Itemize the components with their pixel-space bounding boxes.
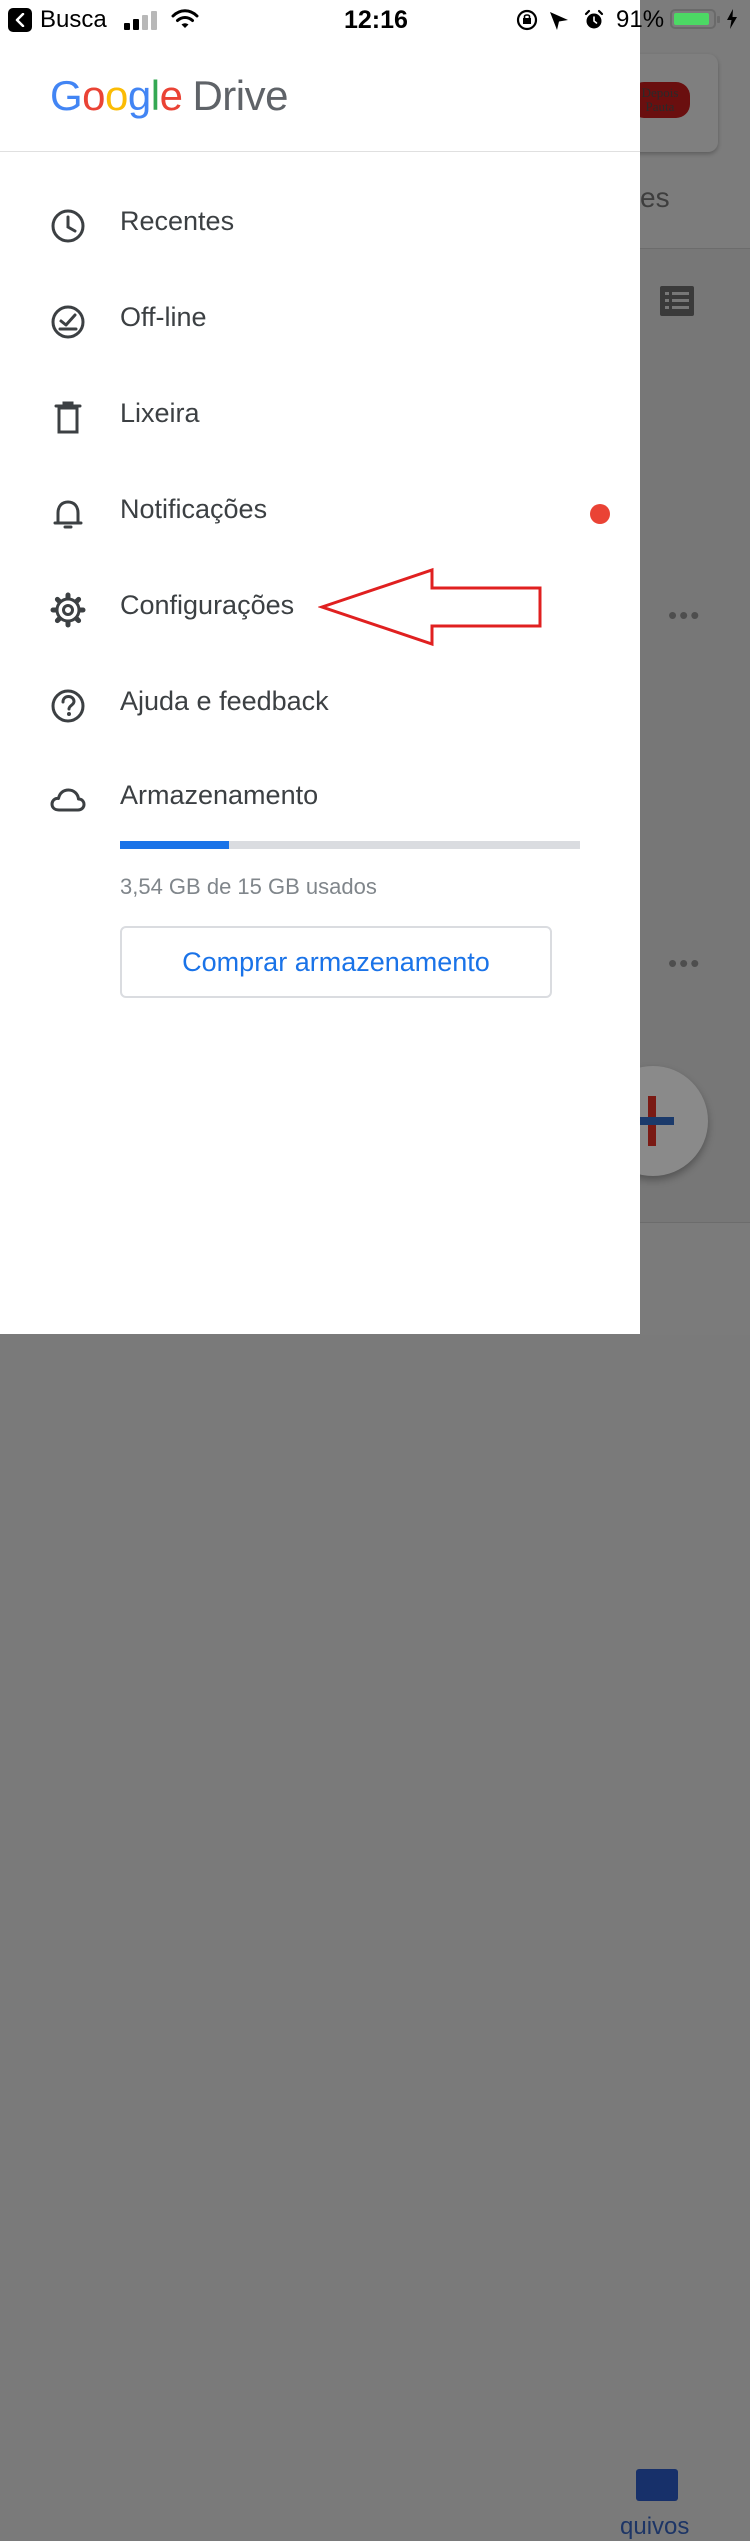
menu-item-label: Lixeira — [120, 398, 200, 428]
battery-fill — [674, 13, 709, 25]
help-icon — [51, 689, 85, 723]
battery-icon — [670, 9, 720, 29]
more-options-icon: ••• — [668, 948, 702, 978]
location-icon — [550, 12, 568, 30]
back-app-label[interactable]: Busca — [40, 6, 107, 34]
menu-item-recentes[interactable]: Recentes — [0, 176, 640, 272]
clock-time: 12:16 — [344, 6, 408, 34]
trash-icon — [54, 401, 82, 434]
menu-item-armazenamento[interactable]: Armazenamento — [0, 750, 640, 846]
back-to-app-icon[interactable] — [8, 8, 32, 32]
menu-item-label: Configurações — [120, 590, 295, 620]
storage-usage-text: 3,54 GB de 15 GB usados — [120, 874, 377, 899]
menu-item-label: Recentes — [120, 206, 235, 236]
list-view-icon — [660, 286, 694, 316]
cloud-icon — [50, 788, 86, 812]
folder-icon — [636, 2469, 678, 2501]
rotation-lock-icon — [516, 9, 538, 31]
navigation-drawer: Google Drive Recentes Off-line Lixeira N… — [0, 0, 640, 1334]
alarm-icon — [584, 9, 604, 29]
bottom-nav-label: quivos — [620, 2513, 690, 2540]
storage-usage-bar — [120, 841, 580, 849]
signal-icon — [124, 11, 157, 30]
wifi-icon — [171, 9, 199, 28]
menu-item-lixeira[interactable]: Lixeira — [0, 368, 640, 464]
notification-badge — [590, 504, 610, 524]
divider — [0, 151, 640, 152]
menu-item-offline[interactable]: Off-line — [0, 272, 640, 368]
storage-used-fill — [120, 841, 229, 849]
gear-icon — [50, 592, 86, 628]
charging-bolt-icon — [727, 9, 737, 29]
google-drive-logo: Google Drive — [50, 72, 288, 119]
buy-storage-button[interactable]: Comprar armazenamento — [120, 926, 552, 998]
clock-icon — [51, 209, 85, 243]
status-indicators — [516, 9, 604, 31]
menu-item-label: Notificações — [120, 494, 268, 524]
background-tab-label: es — [640, 182, 670, 213]
status-bar: Busca 12:16 91% — [0, 0, 750, 40]
bell-icon — [53, 500, 83, 529]
offline-check-icon — [51, 305, 85, 339]
menu-item-notificacoes[interactable]: Notificações — [0, 464, 640, 560]
menu-item-ajuda[interactable]: Ajuda e feedback — [0, 656, 640, 752]
menu-item-label: Off-line — [120, 302, 207, 332]
more-options-icon: ••• — [668, 600, 702, 630]
battery-percent: 91% — [616, 6, 665, 33]
menu-item-label: Armazenamento — [120, 780, 319, 810]
annotation-arrow — [318, 567, 542, 647]
logo-product-name: Drive — [192, 72, 288, 119]
menu-item-label: Ajuda e feedback — [120, 686, 329, 716]
